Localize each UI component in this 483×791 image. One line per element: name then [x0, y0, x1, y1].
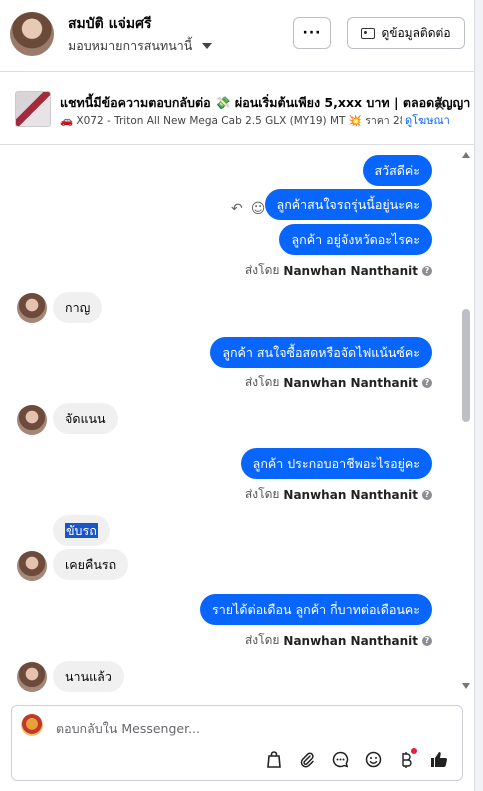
conversation-panel: สมบัติ แจ่มศรี มอบหมายการสนทนานี้ ··· ดู…	[0, 0, 474, 791]
contact-avatar-small[interactable]	[17, 662, 47, 692]
sent-by-prefix: ส่งโดย	[244, 487, 280, 501]
thumbs-up-icon[interactable]	[428, 748, 450, 770]
shopping-bag-icon[interactable]	[263, 748, 285, 770]
sent-by-label: ส่งโดย Nanwhan Nanthanit ?	[245, 261, 432, 280]
reply-composer: ตอบกลับใน Messenger...	[11, 705, 463, 781]
contact-avatar-small[interactable]	[17, 293, 47, 323]
sent-by-agent: Nanwhan Nanthanit	[283, 375, 418, 390]
incoming-message[interactable]: จัดแนน	[53, 403, 118, 434]
contact-avatar-small[interactable]	[17, 405, 47, 435]
info-icon[interactable]: ?	[422, 377, 432, 388]
incoming-message[interactable]: กาญ	[53, 292, 103, 323]
incoming-message[interactable]: นานแล้ว	[53, 661, 124, 692]
reply-icon[interactable]: ↶	[231, 201, 243, 217]
payment-icon[interactable]	[395, 748, 417, 770]
sent-by-prefix: ส่งโดย	[244, 375, 280, 389]
info-icon[interactable]: ?	[422, 265, 432, 276]
assign-conversation-dropdown[interactable]: มอบหมายการสนทนานี้	[68, 36, 213, 56]
outgoing-message[interactable]: สวัสดีค่ะ	[362, 155, 432, 186]
ad-banner[interactable]: แชทนี้มีข้อความตอบกลับต่อ 💸 ผ่อนเริ่มต้น…	[0, 73, 474, 145]
outgoing-message[interactable]: รายได้ต่อเดือน ลูกค้า กี่บาทต่อเดือนคะ	[200, 594, 432, 625]
saved-replies-icon[interactable]	[329, 748, 351, 770]
sent-by-agent: Nanwhan Nanthanit	[283, 263, 418, 278]
outgoing-message[interactable]: ลูกค้า อยู่จังหวัดอะไรคะ	[279, 224, 432, 255]
view-contact-label: ดูข้อมูลติดต่อ	[381, 25, 451, 40]
sent-by-prefix: ส่งโดย	[244, 263, 280, 277]
ad-title: แชทนี้มีข้อความตอบกลับต่อ 💸 ผ่อนเริ่มต้น…	[60, 95, 471, 110]
contact-avatar[interactable]	[10, 12, 54, 56]
incoming-message[interactable]: ขับรถ	[53, 515, 110, 546]
sent-by-label: ส่งโดย Nanwhan Nanthanit ?	[245, 631, 432, 650]
incoming-message[interactable]: เคยคืนรถ	[53, 549, 129, 580]
emoji-react-icon[interactable]: ☺	[251, 201, 266, 217]
close-icon[interactable]: ✕	[434, 99, 446, 115]
conversation-header: สมบัติ แจ่มศรี มอบหมายการสนทนานี้ ··· ดู…	[0, 0, 474, 72]
caret-down-icon	[202, 43, 213, 49]
outgoing-message[interactable]: ลูกค้า ประกอบอาชีพอะไรอยู่คะ	[240, 448, 432, 479]
scrollbar-thumb[interactable]	[462, 309, 470, 422]
message-actions: ↶ ☺	[231, 201, 265, 217]
contact-avatar-small[interactable]	[17, 551, 47, 581]
sent-by-agent: Nanwhan Nanthanit	[283, 487, 418, 502]
outgoing-message[interactable]: ลูกค้าสนใจรถรุ่นนี้อยู่นะคะ	[264, 189, 432, 220]
more-options-button[interactable]: ···	[293, 17, 331, 49]
contact-name[interactable]: สมบัติ แจ่มศรี	[68, 13, 152, 35]
sent-by-agent: Nanwhan Nanthanit	[283, 633, 418, 648]
emoji-icon[interactable]	[362, 748, 384, 770]
composer-toolbar	[263, 748, 450, 770]
outgoing-message[interactable]: ลูกค้า สนใจซื้อสดหรือจัดไฟแน้นซ์คะ	[210, 337, 432, 368]
info-icon[interactable]: ?	[422, 489, 432, 500]
scroll-up-arrow-icon[interactable]	[462, 152, 470, 158]
notification-dot	[411, 748, 417, 754]
selected-text: ขับรถ	[65, 523, 98, 538]
contact-card-icon	[361, 27, 376, 39]
reply-input[interactable]: ตอบกลับใน Messenger...	[56, 719, 200, 739]
ad-subtitle: 🚗 X072 - Triton All New Mega Cab 2.5 GLX…	[60, 115, 427, 127]
info-icon[interactable]: ?	[422, 635, 432, 646]
assign-label: มอบหมายการสนทนานี้	[68, 38, 193, 53]
scroll-down-arrow-icon[interactable]	[462, 683, 470, 689]
window-edge	[474, 0, 483, 791]
ad-thumbnail	[15, 91, 51, 127]
attachment-icon[interactable]	[296, 748, 318, 770]
sent-by-label: ส่งโดย Nanwhan Nanthanit ?	[245, 373, 432, 392]
view-contact-button[interactable]: ดูข้อมูลติดต่อ	[347, 17, 465, 49]
sent-by-label: ส่งโดย Nanwhan Nanthanit ?	[245, 485, 432, 504]
page-avatar	[21, 714, 43, 736]
sent-by-prefix: ส่งโดย	[244, 633, 280, 647]
